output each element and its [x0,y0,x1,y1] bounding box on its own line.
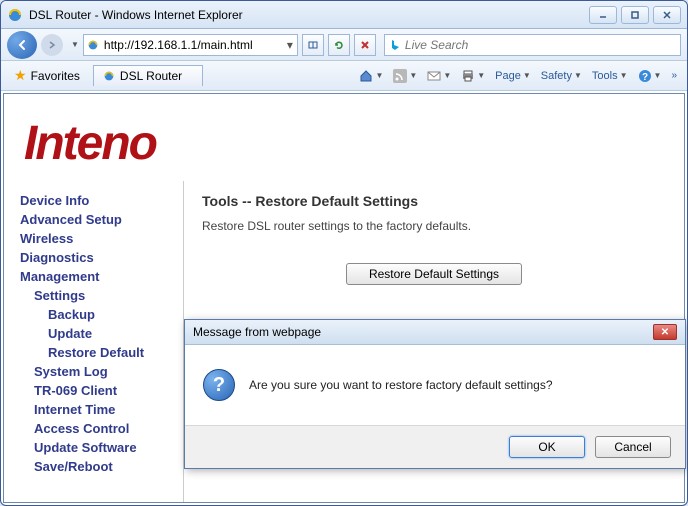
sidebar-item-management[interactable]: Management [20,267,183,286]
sidebar-item-backup[interactable]: Backup [20,305,183,324]
help-button[interactable]: ?▼ [634,67,666,85]
compat-button[interactable] [302,34,324,56]
search-input[interactable] [405,38,680,52]
sidebar-item-access-control[interactable]: Access Control [20,419,183,438]
sidebar-item-device-info[interactable]: Device Info [20,191,183,210]
favorites-bar: ★ Favorites DSL Router ▼ ▼ ▼ ▼ Page▼ Saf… [1,61,687,91]
dialog-body: ? Are you sure you want to restore facto… [185,345,685,425]
browser-tab[interactable]: DSL Router [93,65,203,86]
sidebar-item-update-software[interactable]: Update Software [20,438,183,457]
sidebar-item-advanced-setup[interactable]: Advanced Setup [20,210,183,229]
sidebar-item-save-reboot[interactable]: Save/Reboot [20,457,183,476]
star-icon: ★ [14,67,27,84]
safety-menu[interactable]: Safety▼ [537,68,586,84]
url-input[interactable] [102,38,283,52]
refresh-button[interactable] [328,34,350,56]
logo-area: Inteno [4,94,684,181]
stop-button[interactable] [354,34,376,56]
favorites-button[interactable]: ★ Favorites [7,64,87,87]
mail-button[interactable]: ▼ [423,68,455,84]
sidebar-item-settings[interactable]: Settings [20,286,183,305]
ok-button[interactable]: OK [509,436,585,458]
search-bar[interactable] [384,34,681,56]
dialog-titlebar: Message from webpage ✕ [185,320,685,345]
maximize-button[interactable] [621,6,649,24]
sidebar-nav: Device InfoAdvanced SetupWirelessDiagnos… [4,181,184,502]
confirm-dialog: Message from webpage ✕ ? Are you sure yo… [184,319,686,469]
dialog-button-row: OK Cancel [185,425,685,468]
dialog-title-text: Message from webpage [193,325,653,339]
favorites-label: Favorites [31,69,80,83]
close-button[interactable] [653,6,681,24]
window-controls [589,6,681,24]
address-bar[interactable]: ▾ [83,34,298,56]
dialog-close-button[interactable]: ✕ [653,324,677,340]
home-button[interactable]: ▼ [355,67,387,85]
command-bar: ▼ ▼ ▼ ▼ Page▼ Safety▼ Tools▼ ?▼ » [355,67,681,85]
back-button[interactable] [7,31,37,59]
page-description: Restore DSL router settings to the facto… [202,219,666,233]
feeds-button[interactable]: ▼ [389,67,421,85]
sidebar-item-diagnostics[interactable]: Diagnostics [20,248,183,267]
tab-label: DSL Router [120,69,182,83]
restore-defaults-button[interactable]: Restore Default Settings [346,263,522,285]
minimize-button[interactable] [589,6,617,24]
browser-window: DSL Router - Windows Internet Explorer ▼… [0,0,688,506]
main-panel: Tools -- Restore Default Settings Restor… [184,181,684,502]
sidebar-item-restore-default[interactable]: Restore Default [20,343,183,362]
url-dropdown[interactable]: ▾ [283,38,297,52]
cancel-button[interactable]: Cancel [595,436,671,458]
svg-text:?: ? [641,72,647,83]
sidebar-item-wireless[interactable]: Wireless [20,229,183,248]
dialog-message: Are you sure you want to restore factory… [249,378,553,392]
window-title: DSL Router - Windows Internet Explorer [29,8,589,22]
print-button[interactable]: ▼ [457,67,489,85]
navbar: ▼ ▾ [1,29,687,61]
page-heading: Tools -- Restore Default Settings [202,193,666,209]
tab-page-icon [102,69,116,83]
sidebar-item-tr-069-client[interactable]: TR-069 Client [20,381,183,400]
brand-logo: Inteno [24,116,664,171]
overflow-button[interactable]: » [667,70,681,81]
sidebar-item-system-log[interactable]: System Log [20,362,183,381]
page-content: Inteno Device InfoAdvanced SetupWireless… [3,93,685,503]
forward-button[interactable] [41,34,63,56]
sidebar-item-internet-time[interactable]: Internet Time [20,400,183,419]
history-dropdown[interactable]: ▼ [71,40,79,49]
question-icon: ? [203,369,235,401]
titlebar: DSL Router - Windows Internet Explorer [1,1,687,29]
bing-icon [385,38,405,52]
sidebar-item-update[interactable]: Update [20,324,183,343]
ie-icon [7,7,23,23]
page-menu[interactable]: Page▼ [491,68,535,84]
body-area: Device InfoAdvanced SetupWirelessDiagnos… [4,181,684,502]
page-icon [84,38,102,52]
tools-menu[interactable]: Tools▼ [588,68,632,84]
